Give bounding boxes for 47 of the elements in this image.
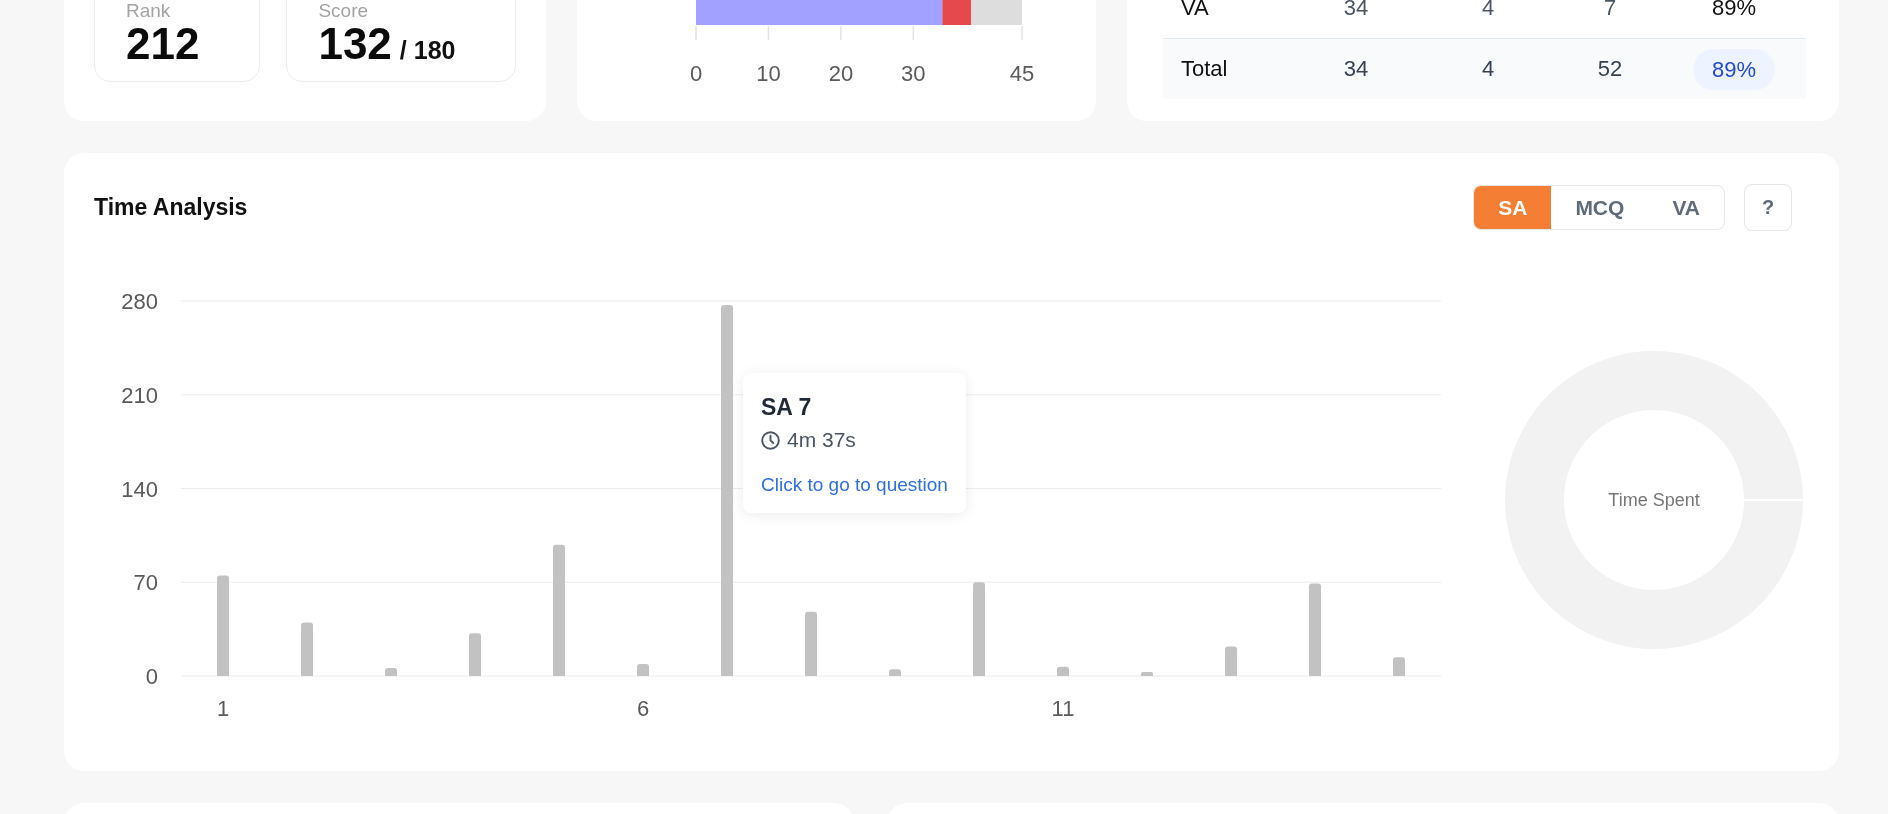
axis-label: 6 [636, 696, 650, 721]
axis-label: 140 [121, 476, 158, 502]
table-cell: VA [1181, 0, 1209, 21]
clock-icon [761, 430, 780, 450]
bar [469, 633, 481, 676]
table-cell: 4 [1481, 0, 1495, 21]
help-button[interactable]: ? [1744, 184, 1792, 231]
tooltip-time: 4m 37s [787, 428, 856, 452]
bar [385, 667, 397, 676]
bar [1057, 666, 1069, 676]
bar [1141, 672, 1153, 676]
tick-label: 20 [828, 61, 854, 86]
tick-label: 30 [901, 61, 926, 86]
stat-value: 132 [318, 20, 392, 68]
table-cell: 34 [1343, 0, 1369, 21]
axis-label: 0 [145, 664, 158, 689]
axis-label: 280 [121, 289, 158, 314]
bar [637, 663, 649, 676]
axis-label: 70 [133, 570, 158, 596]
tick-label: 0 [689, 61, 703, 86]
bar [301, 622, 313, 676]
tick-label: 45 [1009, 61, 1035, 86]
section-title: Time Analysis [94, 194, 248, 221]
bar [889, 669, 901, 676]
axis-label: 1 [216, 696, 230, 721]
tick-label: 10 [756, 61, 781, 86]
toggle-tab[interactable]: VA [1648, 186, 1724, 229]
percent-badge: 89% [1692, 48, 1775, 90]
table-cell: 34 [1343, 56, 1369, 82]
axis-label: 11 [1051, 696, 1075, 721]
stat-label: Rank [126, 1, 172, 20]
bar [805, 611, 817, 676]
table-cell: 7 [1603, 0, 1617, 21]
table-cell: 52 [1597, 56, 1623, 82]
bar [1225, 646, 1237, 676]
bar [1393, 657, 1405, 676]
table-cell: 4 [1481, 56, 1495, 82]
axis-label: 210 [121, 382, 158, 408]
toggle-tab[interactable]: MCQ [1551, 186, 1649, 229]
tooltip-title: SA 7 [761, 393, 812, 421]
donut-label: Time Spent [1608, 490, 1700, 510]
stat-value: 212 [126, 20, 200, 68]
table-cell: 89% [1711, 0, 1756, 21]
stat-label: Score [318, 1, 370, 20]
question-link[interactable]: Click to go to question [761, 473, 948, 497]
stat-suffix: / 180 [399, 36, 456, 64]
table-cell: Total [1181, 56, 1228, 82]
